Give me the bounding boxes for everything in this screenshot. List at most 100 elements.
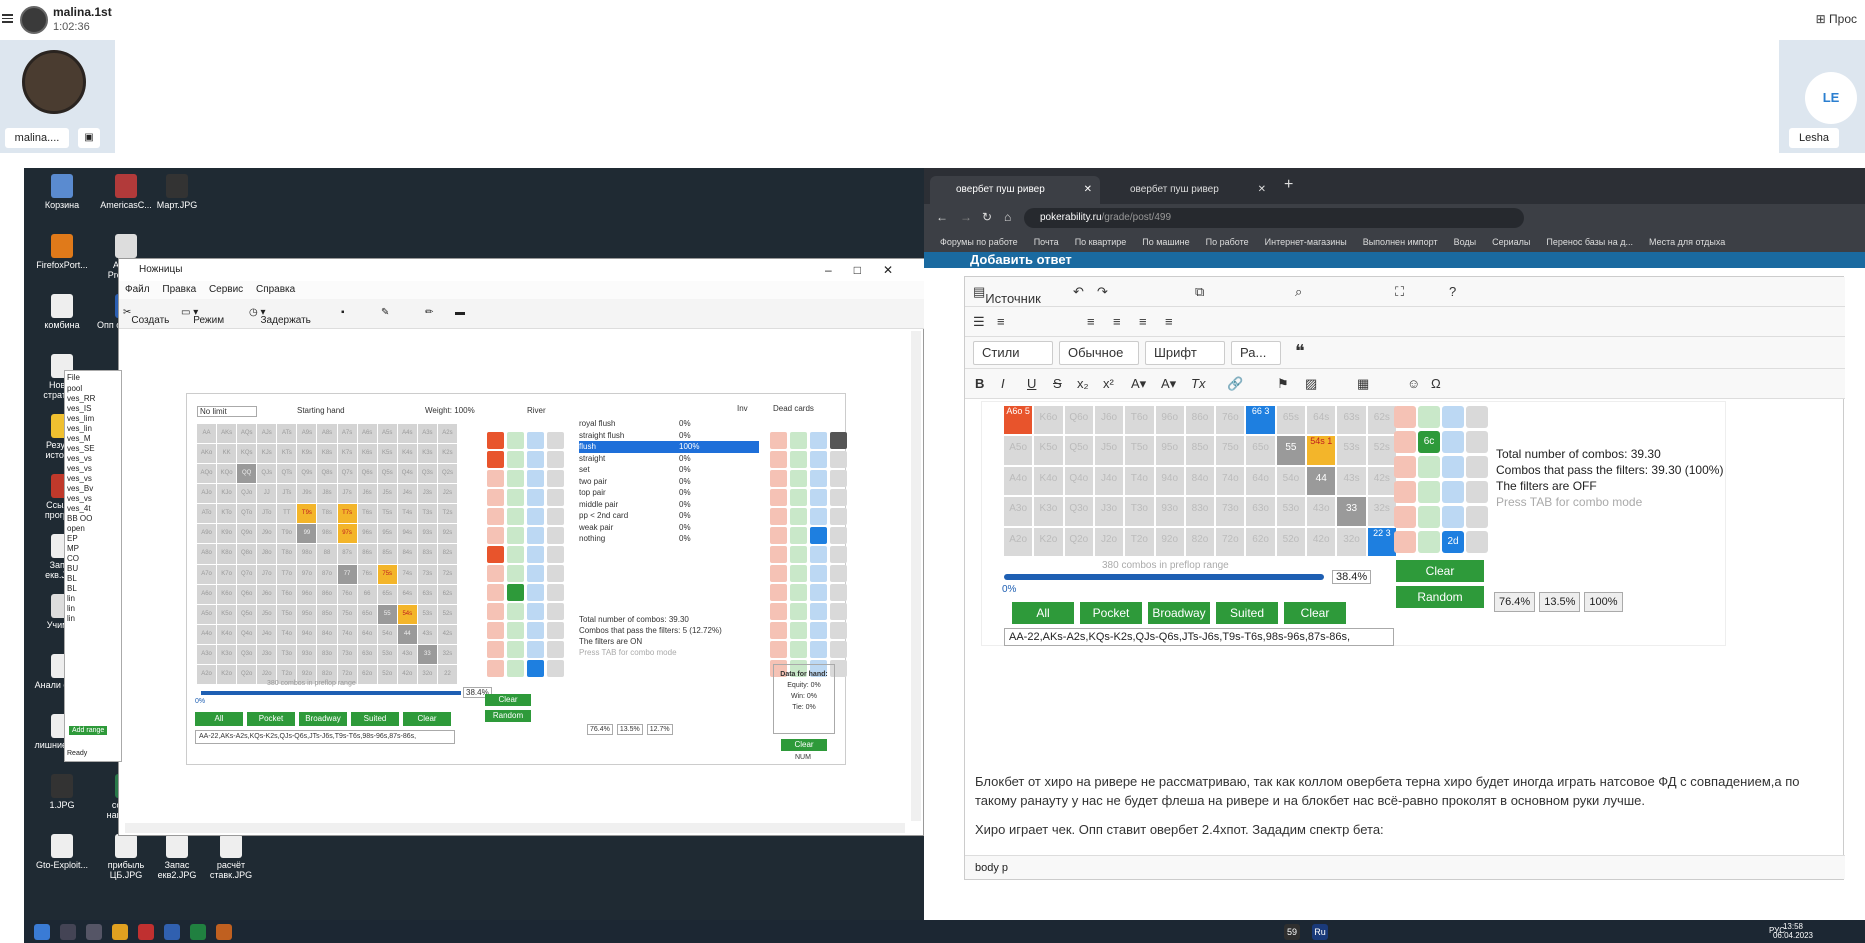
hand-cell[interactable]: 83o xyxy=(1185,497,1215,526)
card-column[interactable] xyxy=(1466,406,1488,553)
card-cell[interactable] xyxy=(547,603,564,620)
card-column[interactable] xyxy=(547,432,564,677)
hand-cell[interactable]: J6o xyxy=(1094,406,1124,435)
card-cell[interactable] xyxy=(770,641,787,658)
app-icon[interactable] xyxy=(138,924,154,940)
hand-cell[interactable]: 95o xyxy=(1155,436,1184,465)
card-cell[interactable] xyxy=(1466,431,1488,453)
hand-cell[interactable]: T9o xyxy=(277,524,297,544)
hand-cell[interactable]: AQo xyxy=(197,464,217,484)
tree-item[interactable]: BL xyxy=(67,584,119,594)
menu-help[interactable]: Справка xyxy=(256,284,295,295)
hand-cell[interactable]: K5o xyxy=(1034,436,1063,465)
hand-matrix[interactable]: A6o 5 K6o Q6o J6o T6o 96o 86o 76o 66 3 65s 64s 63s 6… xyxy=(1004,406,1396,556)
omega-icon[interactable]: Ω xyxy=(1431,376,1441,391)
card-cell[interactable] xyxy=(487,432,504,449)
blockquote-icon[interactable]: ❝ xyxy=(1295,341,1305,362)
card-cell[interactable] xyxy=(790,565,807,582)
eraser-icon[interactable]: ▬ xyxy=(455,307,465,318)
hand-cell[interactable]: 62s xyxy=(437,584,457,604)
bookmark-item[interactable]: Форумы по работе xyxy=(940,237,1018,247)
hand-cell[interactable]: T4s xyxy=(397,504,417,524)
hand-cell[interactable]: 97s xyxy=(337,524,357,544)
hand-cell[interactable]: 55 xyxy=(377,604,397,624)
hand-cell[interactable]: 72s xyxy=(437,564,457,584)
italic-icon[interactable]: I xyxy=(1001,376,1005,391)
start-icon[interactable] xyxy=(34,924,50,940)
card-cell[interactable] xyxy=(507,527,524,544)
tree-item[interactable]: ves_vs xyxy=(67,464,119,474)
hand-cell[interactable]: 84o xyxy=(1185,466,1215,496)
card-cell[interactable] xyxy=(1394,406,1416,428)
hand-cell[interactable]: 43o xyxy=(397,644,417,664)
card-cell[interactable] xyxy=(507,470,524,487)
hand-matrix[interactable]: AA AKs AQs AJs ATs A9s A8s A7s A6s A5s A4s A3s A2s AK… xyxy=(197,424,457,684)
card-cell[interactable] xyxy=(547,470,564,487)
hand-cell[interactable]: Q5o xyxy=(1064,436,1093,465)
range-text-field[interactable]: AA-22,AKs-A2s,KQs-K2s,QJs-Q6s,JTs-J6s,T9… xyxy=(1004,628,1394,646)
card-cell[interactable] xyxy=(487,584,504,601)
card-cell[interactable] xyxy=(547,508,564,525)
card-cell[interactable] xyxy=(830,641,847,658)
hand-cell[interactable]: KJs xyxy=(257,444,277,464)
hand-cell[interactable]: 74s xyxy=(397,564,417,584)
bookmark-item[interactable]: Воды xyxy=(1454,237,1477,247)
hand-cell[interactable]: ATo xyxy=(197,504,217,524)
hand-cell[interactable]: T9s xyxy=(297,504,317,524)
hand-cell[interactable]: J2s xyxy=(437,484,457,504)
hand-cell[interactable]: K2o xyxy=(1034,527,1063,556)
hand-cell[interactable]: 63s xyxy=(1337,406,1366,435)
bold-icon[interactable]: B xyxy=(975,376,984,391)
filter-pct[interactable]: 76.4% xyxy=(1494,592,1536,612)
card-cell[interactable] xyxy=(1442,431,1464,453)
tree-item[interactable]: ves_vs xyxy=(67,474,119,484)
hand-cell[interactable]: 76o xyxy=(337,584,357,604)
hand-cell[interactable]: A5o xyxy=(197,604,217,624)
hand-cell[interactable]: Q2o xyxy=(1064,527,1093,556)
card-cell[interactable] xyxy=(810,432,827,449)
card-column[interactable] xyxy=(830,432,847,677)
card-cell[interactable] xyxy=(770,527,787,544)
align-center-icon[interactable]: ≡ xyxy=(1113,314,1121,329)
card-cell[interactable] xyxy=(527,584,544,601)
card-cell[interactable] xyxy=(1442,481,1464,503)
card-cell[interactable] xyxy=(770,603,787,620)
hand-cell[interactable]: ATs xyxy=(277,424,297,444)
card-cell[interactable] xyxy=(1442,456,1464,478)
card-cell[interactable] xyxy=(1394,456,1416,478)
card-cell[interactable] xyxy=(1418,531,1440,553)
tree-item[interactable]: CO xyxy=(67,554,119,564)
card-cell[interactable] xyxy=(487,546,504,563)
hand-cell[interactable]: A6o 5 xyxy=(1004,406,1033,435)
hand-cell[interactable]: 82o xyxy=(1185,527,1215,556)
hand-cell[interactable]: 75o xyxy=(337,604,357,624)
card-cell[interactable] xyxy=(547,660,564,677)
hand-cell[interactable]: Q6o xyxy=(1064,406,1093,435)
hand-cell[interactable]: J8o xyxy=(257,544,277,564)
badge-icon[interactable]: 59 xyxy=(1284,924,1300,940)
browser-tab[interactable]: овербет пуш ривер ✕ xyxy=(930,176,1100,204)
clear-format-icon[interactable]: Tx xyxy=(1191,376,1205,391)
card-cell[interactable] xyxy=(1394,531,1416,553)
hand-cell[interactable]: AKo xyxy=(197,444,217,464)
grid-view-button[interactable]: ⊞ Прос xyxy=(1816,12,1857,26)
range-text-field[interactable]: AA-22,AKs-A2s,KQs-K2s,QJs-Q6s,JTs-J6s,T9… xyxy=(195,730,455,744)
board-clear-button[interactable]: Clear xyxy=(1396,560,1484,582)
hand-cell[interactable]: K6o xyxy=(217,584,237,604)
hand-cell[interactable]: Q6o xyxy=(237,584,257,604)
hand-cell[interactable]: T8o xyxy=(277,544,297,564)
filter-row[interactable]: set 0% xyxy=(579,464,759,476)
card-cell[interactable] xyxy=(1466,481,1488,503)
hand-cell[interactable]: Q7s xyxy=(337,464,357,484)
explorer-icon[interactable] xyxy=(112,924,128,940)
card-cell[interactable] xyxy=(810,546,827,563)
card-cell[interactable] xyxy=(507,641,524,658)
filter-row[interactable]: royal flush 0% xyxy=(579,418,759,430)
bookmark-item[interactable]: Перенос базы на д... xyxy=(1546,237,1633,247)
browser-tab[interactable]: овербет пуш ривер ✕ xyxy=(1104,176,1274,204)
reload-icon[interactable]: ↻ xyxy=(982,210,992,224)
card-cell[interactable] xyxy=(487,622,504,639)
card-cell[interactable] xyxy=(507,622,524,639)
card-cell[interactable] xyxy=(770,565,787,582)
hand-cell[interactable]: K9s xyxy=(297,444,317,464)
